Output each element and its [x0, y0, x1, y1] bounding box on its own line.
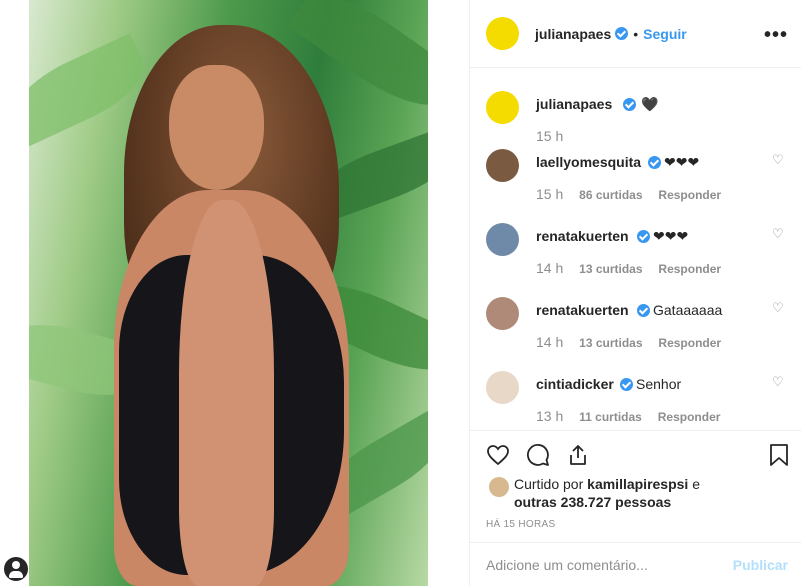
heart-icon[interactable] [486, 443, 510, 467]
comment-text: ❤❤❤ [664, 154, 700, 170]
liked-by-suffix: e [692, 476, 701, 492]
comment-like-icon[interactable]: ♡ [772, 301, 786, 315]
comment-time: 14 h [536, 260, 564, 276]
verified-badge-icon [615, 27, 629, 40]
comment-item: cintiadicker Senhor ♡ 13 h 11 curtidas R… [486, 371, 786, 430]
liked-by-prefix: Curtido por [514, 476, 584, 492]
commenter-avatar[interactable] [486, 223, 519, 256]
comment-item: laellyomesquita ❤❤❤ ♡ 15 h 86 curtidas R… [486, 149, 786, 223]
reply-button[interactable]: Responder [658, 262, 721, 276]
comment-icon[interactable] [526, 443, 550, 467]
commenter-avatar[interactable] [486, 371, 519, 404]
comment-item: renatakuerten Gataaaaaa ♡ 14 h 13 curtid… [486, 297, 786, 371]
comment-likes[interactable]: 13 curtidas [579, 262, 642, 276]
comment-like-icon[interactable]: ♡ [772, 153, 786, 167]
liked-by-others[interactable]: outras 238.727 pessoas [514, 494, 671, 510]
reply-button[interactable]: Responder [658, 410, 721, 424]
commenter-username[interactable]: renatakuerten [536, 228, 629, 244]
author-username[interactable]: julianapaes [535, 26, 611, 42]
comment-text: Senhor [636, 376, 682, 392]
caption-text: 🖤 [641, 96, 659, 112]
author-avatar[interactable] [486, 17, 519, 50]
comment-meta: 14 h 13 curtidas Responder [536, 260, 721, 276]
comment-time: 13 h [536, 408, 564, 424]
comment-input[interactable] [486, 556, 726, 573]
post-actions: Curtido por kamillapirespsi e outras 238… [470, 430, 801, 542]
instagram-post-page: julianapaes • Seguir ••• julianapaes 🖤 1… [0, 0, 801, 586]
more-options-icon[interactable]: ••• [764, 24, 788, 47]
commenter-username[interactable]: laellyomesquita [536, 154, 641, 170]
follow-button[interactable]: Seguir [643, 26, 687, 42]
account-icon[interactable] [4, 557, 28, 581]
liker-avatar[interactable] [489, 477, 509, 497]
comment-meta: 14 h 13 curtidas Responder [536, 334, 721, 350]
post-header: julianapaes • Seguir ••• [470, 0, 801, 68]
header-separator: • [633, 25, 639, 42]
caption-time: 15 h [536, 128, 564, 144]
comment-time: 14 h [536, 334, 564, 350]
comment-like-icon[interactable]: ♡ [772, 375, 786, 389]
commenter-avatar[interactable] [486, 149, 519, 182]
caption-avatar[interactable] [486, 91, 519, 124]
add-comment-bar: Publicar [470, 542, 801, 586]
photo-subject-arm [179, 200, 274, 586]
photo-subject-face [169, 65, 264, 190]
liked-by-user[interactable]: kamillapirespsi [587, 476, 688, 492]
commenter-avatar[interactable] [486, 297, 519, 330]
comment-time: 15 h [536, 186, 564, 202]
verified-badge-icon [648, 156, 661, 169]
reply-button[interactable]: Responder [658, 336, 721, 350]
comment-likes[interactable]: 11 curtidas [579, 410, 642, 424]
post-photo[interactable] [29, 0, 428, 586]
publish-button[interactable]: Publicar [733, 557, 788, 573]
share-icon[interactable] [566, 443, 590, 467]
commenter-username[interactable]: cintiadicker [536, 376, 614, 392]
comment-likes[interactable]: 13 curtidas [579, 336, 642, 350]
verified-badge-icon [620, 378, 633, 391]
comment-likes[interactable]: 86 curtidas [579, 188, 642, 202]
comments-list[interactable]: julianapaes 🖤 15 h laellyomesquita ❤❤❤ ♡… [470, 69, 801, 430]
verified-badge-icon [637, 230, 650, 243]
comment-meta: 15 h 86 curtidas Responder [536, 186, 721, 202]
comment-text: ❤❤❤ [653, 228, 689, 244]
post-timestamp[interactable]: HÁ 15 HORAS [486, 519, 555, 530]
verified-badge-icon [623, 98, 636, 111]
comment-text: Gataaaaaa [653, 302, 723, 318]
bookmark-icon[interactable] [767, 443, 791, 467]
caption-username[interactable]: julianapaes [536, 96, 612, 112]
liked-by: Curtido por kamillapirespsi e outras 238… [486, 475, 786, 511]
commenter-username[interactable]: renatakuerten [536, 302, 629, 318]
verified-badge-icon [637, 304, 650, 317]
comment-item: renatakuerten ❤❤❤ ♡ 14 h 13 curtidas Res… [486, 223, 786, 297]
comment-like-icon[interactable]: ♡ [772, 227, 786, 241]
post-sidebar: julianapaes • Seguir ••• julianapaes 🖤 1… [469, 0, 801, 586]
comment-meta: 13 h 11 curtidas Responder [536, 408, 720, 424]
reply-button[interactable]: Responder [658, 188, 721, 202]
